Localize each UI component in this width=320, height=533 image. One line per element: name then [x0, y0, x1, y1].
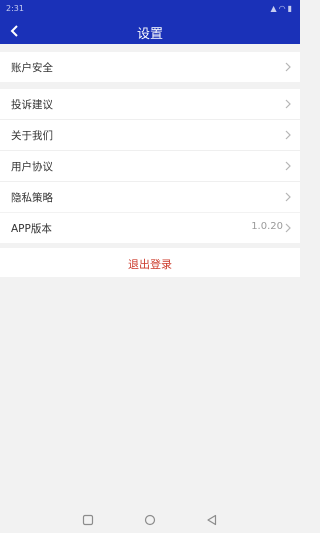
settings-item-user-agreement[interactable]: 用户协议 — [0, 151, 300, 182]
account-group: 账户安全 — [0, 52, 300, 82]
chevron-right-icon — [285, 223, 291, 233]
home-icon[interactable] — [143, 513, 157, 527]
battery-icon: ▮ — [287, 4, 294, 13]
logout-button[interactable]: 退出登录 — [0, 248, 300, 277]
page-title: 设置 — [136, 27, 163, 42]
settings-item-label: 用户协议 — [11, 161, 53, 173]
recent-apps-icon[interactable] — [81, 513, 95, 527]
settings-item-account-security[interactable]: 账户安全 — [0, 52, 300, 82]
settings-item-label: 账户安全 — [11, 62, 53, 74]
system-nav-bar — [0, 507, 300, 533]
status-time: 2:31 — [6, 4, 24, 13]
settings-item-label: APP版本 — [11, 223, 52, 235]
chevron-right-icon — [285, 62, 291, 72]
chevron-right-icon — [285, 161, 291, 171]
info-group: 投诉建议 关于我们 用户协议 隐私策略 — [0, 89, 300, 212]
settings-item-privacy-policy[interactable]: 隐私策略 — [0, 182, 300, 212]
settings-item-feedback[interactable]: 投诉建议 — [0, 89, 300, 120]
settings-item-about-us[interactable]: 关于我们 — [0, 120, 300, 151]
chevron-right-icon — [285, 192, 291, 202]
back-icon[interactable] — [205, 513, 219, 527]
logout-label: 退出登录 — [128, 258, 172, 271]
settings-item-label: 投诉建议 — [11, 99, 53, 111]
settings-item-app-version[interactable]: APP版本 1.0.20 — [0, 213, 300, 243]
title-bar: 设置 — [0, 18, 300, 44]
wifi-icon: ◠ — [278, 4, 288, 13]
chevron-right-icon — [285, 130, 291, 140]
signal-icon: ▲ — [270, 4, 279, 13]
app-version-value: 1.0.20 — [251, 221, 283, 232]
settings-item-label: 关于我们 — [11, 130, 53, 142]
version-group: APP版本 1.0.20 — [0, 213, 300, 243]
status-icons: ▲◠▮ — [270, 4, 294, 13]
chevron-right-icon — [285, 99, 291, 109]
settings-item-label: 隐私策略 — [11, 192, 53, 204]
status-bar: 2:31 ▲◠▮ — [0, 0, 300, 18]
